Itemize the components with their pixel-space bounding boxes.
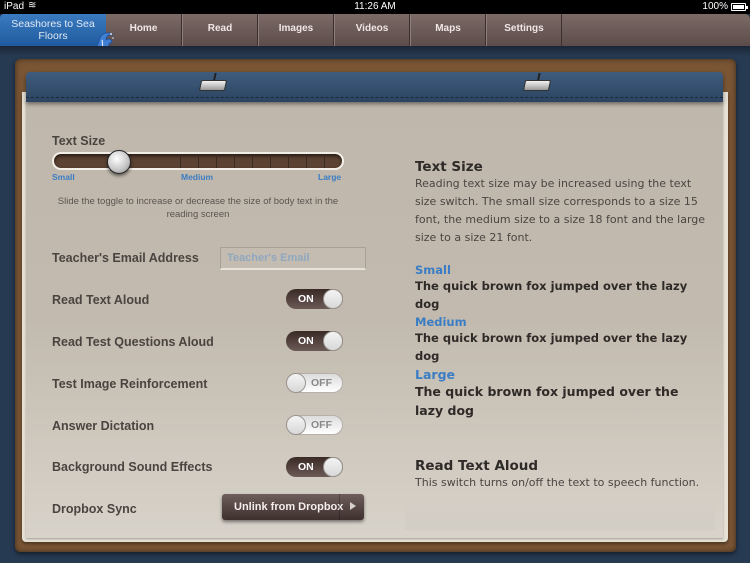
slider-tick <box>180 154 181 168</box>
toggle-knob <box>323 289 343 309</box>
dropbox-sync-label: Dropbox Sync <box>52 502 137 516</box>
slider-tick <box>234 154 235 168</box>
toggle-state: OFF <box>311 377 332 389</box>
sample-large-text: The quick brown fox jumped over the lazy… <box>415 384 679 418</box>
clock: 11:26 AM <box>354 1 396 12</box>
tab-videos[interactable]: Videos <box>334 14 410 46</box>
tab-maps[interactable]: Maps <box>410 14 486 46</box>
slider-tick <box>270 154 271 168</box>
sample-small: Small The quick brown fox jumped over th… <box>415 263 715 313</box>
status-bar: iPad ≋ 11:26 AM 100% <box>0 0 750 14</box>
scale-label-small: Small <box>52 172 75 182</box>
tab-images[interactable]: Images <box>258 14 334 46</box>
tab-read[interactable]: Read <box>182 14 258 46</box>
nav-tabs: Home Read Images Videos Maps Settings <box>106 14 562 46</box>
test-image-reinforcement-toggle[interactable]: OFF <box>286 373 343 393</box>
sample-small-label: Small <box>415 263 451 277</box>
text-size-slider[interactable] <box>52 152 344 170</box>
slider-tick <box>198 154 199 168</box>
sample-medium: Medium The quick brown fox jumped over t… <box>415 315 715 365</box>
tab-home[interactable]: Home <box>106 14 182 46</box>
help-text-size-title: Text Size <box>415 159 483 175</box>
slider-tick <box>252 154 253 168</box>
teacher-email-input[interactable] <box>220 247 366 270</box>
slider-tick <box>216 154 217 168</box>
scroll-fade <box>405 490 715 530</box>
sample-medium-text: The quick brown fox jumped over the lazy… <box>415 331 688 363</box>
clip-right-icon <box>522 80 552 91</box>
toggle-state: ON <box>298 293 314 305</box>
button-separator <box>339 494 340 520</box>
clip-left-icon <box>198 80 228 91</box>
sample-large: Large The quick brown fox jumped over th… <box>415 367 705 420</box>
binder-stitch <box>26 97 723 98</box>
sample-medium-label: Medium <box>415 315 467 329</box>
nav-bar-fill <box>562 14 750 46</box>
tab-settings[interactable]: Settings <box>486 14 562 46</box>
help-read-aloud-title: Read Text Aloud <box>415 458 539 474</box>
help-read-aloud: Read Text Aloud This switch turns on/off… <box>415 458 715 492</box>
test-image-reinforcement-label: Test Image Reinforcement <box>52 377 208 391</box>
read-test-questions-toggle[interactable]: ON <box>286 331 343 351</box>
read-test-questions-label: Read Test Questions Aloud <box>52 335 214 349</box>
sample-large-label: Large <box>415 367 455 382</box>
toggle-knob <box>286 415 306 435</box>
text-size-label: Text Size <box>52 134 106 148</box>
battery-icon <box>731 3 748 11</box>
disclosure-arrow-icon <box>350 502 356 510</box>
email-label: Teacher's Email Address <box>52 251 199 265</box>
toggle-state: ON <box>298 335 314 347</box>
toggle-knob <box>286 373 306 393</box>
background-sound-toggle[interactable]: ON <box>286 457 343 477</box>
help-text-size-body: Reading text size may be increased using… <box>415 177 706 244</box>
unlink-dropbox-label: Unlink from Dropbox <box>234 501 344 513</box>
slider-tick <box>306 154 307 168</box>
answer-dictation-label: Answer Dictation <box>52 419 155 433</box>
slider-tick <box>288 154 289 168</box>
read-text-aloud-toggle[interactable]: ON <box>286 289 343 309</box>
scale-label-large: Large <box>318 172 342 182</box>
nav-bar: Seashores to Sea Floors Home Read Images… <box>0 14 750 55</box>
answer-dictation-toggle[interactable]: OFF <box>286 415 343 435</box>
slider-tick <box>324 154 325 168</box>
nav-shadow <box>0 46 750 56</box>
toggle-state: ON <box>298 461 314 473</box>
sample-small-text: The quick brown fox jumped over the lazy… <box>415 279 688 311</box>
toggle-knob <box>323 457 343 477</box>
text-size-slider-knob[interactable] <box>106 150 131 174</box>
text-size-hint: Slide the toggle to increase or decrease… <box>57 196 339 220</box>
help-text-size: Text Size Reading text size may be incre… <box>415 159 715 247</box>
toggle-state: OFF <box>311 419 332 431</box>
scale-label-medium: Medium <box>181 172 214 182</box>
background-sound-label: Background Sound Effects <box>52 460 213 474</box>
clipboard-binder <box>26 72 723 102</box>
read-text-aloud-label: Read Text Aloud <box>52 293 150 307</box>
battery-percent: 100% <box>702 1 728 12</box>
toggle-knob <box>323 331 343 351</box>
unlink-dropbox-button[interactable]: Unlink from Dropbox <box>222 494 364 520</box>
